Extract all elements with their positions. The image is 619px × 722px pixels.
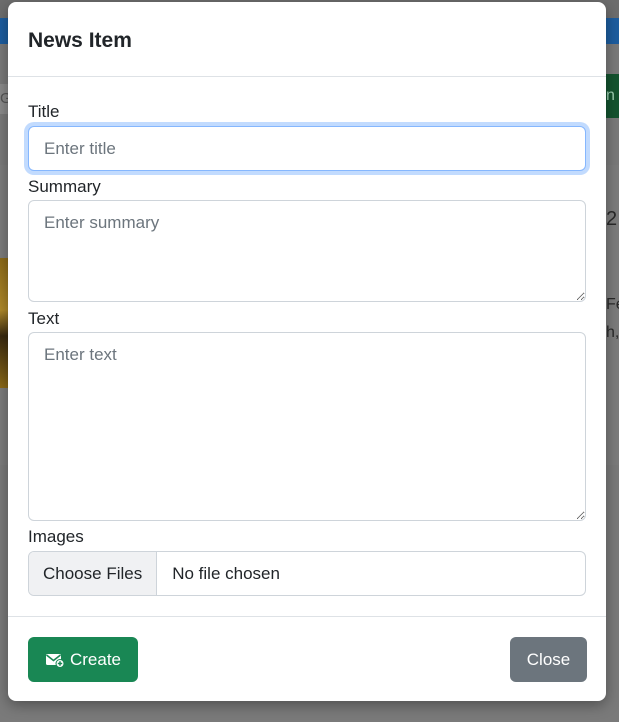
background-green-button-glyph: n	[606, 87, 615, 104]
background-image-fragment	[0, 258, 8, 388]
envelope-plus-icon	[45, 652, 65, 668]
text-label: Text	[28, 309, 60, 328]
news-item-modal: News Item Title Summary Text Images Choo…	[8, 2, 606, 701]
modal-footer: Create Close	[8, 616, 606, 701]
close-button[interactable]: Close	[510, 637, 587, 682]
choose-files-button[interactable]: Choose Files	[29, 552, 158, 595]
create-button[interactable]: Create	[28, 637, 138, 682]
modal-header: News Item	[8, 2, 606, 77]
summary-label: Summary	[28, 177, 101, 196]
images-file-input[interactable]: Choose Files No file chosen	[28, 551, 586, 596]
close-button-label: Close	[526, 649, 571, 669]
background-text-1: 2	[606, 208, 618, 230]
background-text-2: Fe	[606, 296, 619, 313]
create-button-label: Create	[69, 649, 122, 669]
title-input[interactable]	[28, 126, 586, 171]
summary-textarea[interactable]	[28, 200, 586, 302]
title-label: Title	[28, 102, 60, 121]
images-label: Images	[28, 527, 84, 546]
background-text-3: h,	[606, 324, 619, 341]
text-textarea[interactable]	[28, 332, 586, 521]
file-status-text: No file chosen	[172, 564, 280, 583]
modal-title: News Item	[28, 29, 132, 52]
